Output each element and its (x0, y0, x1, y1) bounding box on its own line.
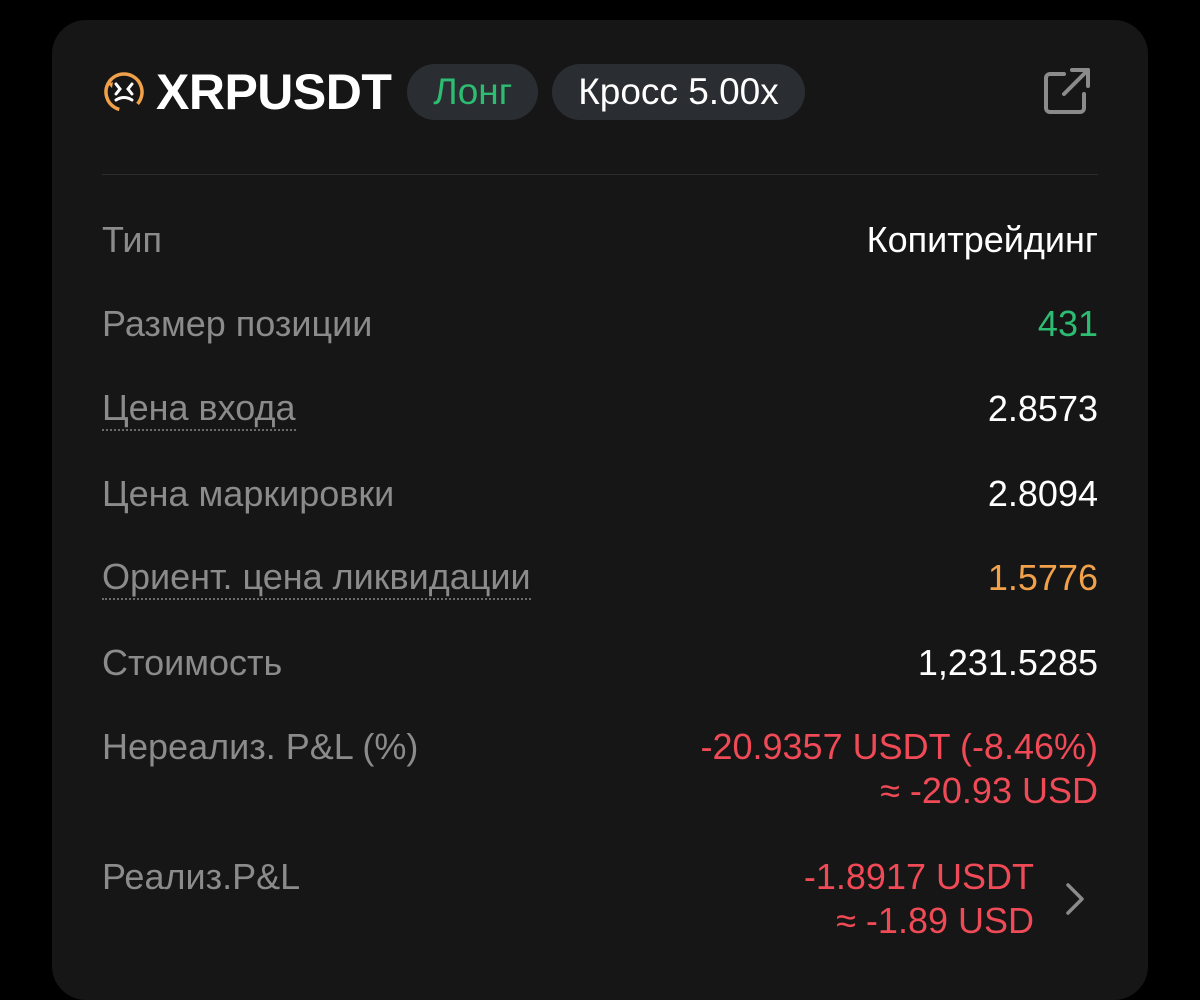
value-label: Стоимость (102, 642, 283, 683)
side-badge: Лонг (407, 64, 539, 120)
liq-price-label[interactable]: Ориент. цена ликвидации (102, 556, 531, 600)
realized-pnl-block[interactable]: -1.8917 USDT ≈ -1.89 USD (804, 855, 1098, 943)
row-mark-price: Цена маркировки 2.8094 (102, 472, 1098, 516)
row-type: Тип Копитрейдинг (102, 218, 1098, 262)
row-position-size: Размер позиции 431 (102, 302, 1098, 346)
unrealized-pnl-usdt: -20.9357 USDT (-8.46%) (700, 726, 1098, 767)
realized-pnl-label: Реализ.P&L (102, 856, 301, 897)
unrealized-pnl-usd: ≈ -20.93 USD (880, 770, 1098, 811)
realized-pnl-usd: ≈ -1.89 USD (836, 900, 1034, 941)
type-label: Тип (102, 219, 163, 260)
type-value: Копитрейдинг (866, 219, 1098, 260)
value-value: 1,231.5285 (917, 642, 1098, 683)
size-label: Размер позиции (102, 303, 373, 344)
row-entry-price: Цена входа 2.8573 (102, 387, 1098, 431)
symbol-title: XRPUSDT (156, 64, 392, 120)
xrp-logo-icon (102, 70, 146, 114)
position-card: XRPUSDT Лонг Кросс 5.00x Тип Копитрейдин… (52, 20, 1148, 1000)
entry-price-value: 2.8573 (987, 388, 1098, 429)
row-liquidation-price: Ориент. цена ликвидации 1.5776 (102, 556, 1098, 600)
unrealized-pnl-values: -20.9357 USDT (-8.46%) ≈ -20.93 USD (700, 725, 1098, 813)
entry-price-label[interactable]: Цена входа (102, 387, 296, 431)
liq-price-value: 1.5776 (987, 557, 1098, 598)
row-value: Стоимость 1,231.5285 (102, 641, 1098, 685)
unrealized-pnl-label: Нереализ. P&L (%) (102, 726, 419, 767)
mark-price-value: 2.8094 (987, 473, 1098, 514)
realized-pnl-usdt: -1.8917 USDT (803, 856, 1034, 897)
mark-price-label: Цена маркировки (102, 473, 395, 514)
row-realized-pnl[interactable]: Реализ.P&L -1.8917 USDT ≈ -1.89 USD (102, 855, 1098, 943)
share-external-icon[interactable] (1038, 64, 1094, 120)
row-unrealized-pnl: Нереализ. P&L (%) -20.9357 USDT (-8.46%)… (102, 725, 1098, 813)
header-divider (102, 174, 1098, 175)
margin-mode-badge[interactable]: Кросс 5.00x (552, 64, 805, 120)
realized-pnl-values: -1.8917 USDT ≈ -1.89 USD (804, 855, 1034, 943)
size-value: 431 (1037, 303, 1098, 344)
position-header: XRPUSDT Лонг Кросс 5.00x (102, 62, 1098, 122)
chevron-right-icon[interactable] (1062, 879, 1088, 919)
